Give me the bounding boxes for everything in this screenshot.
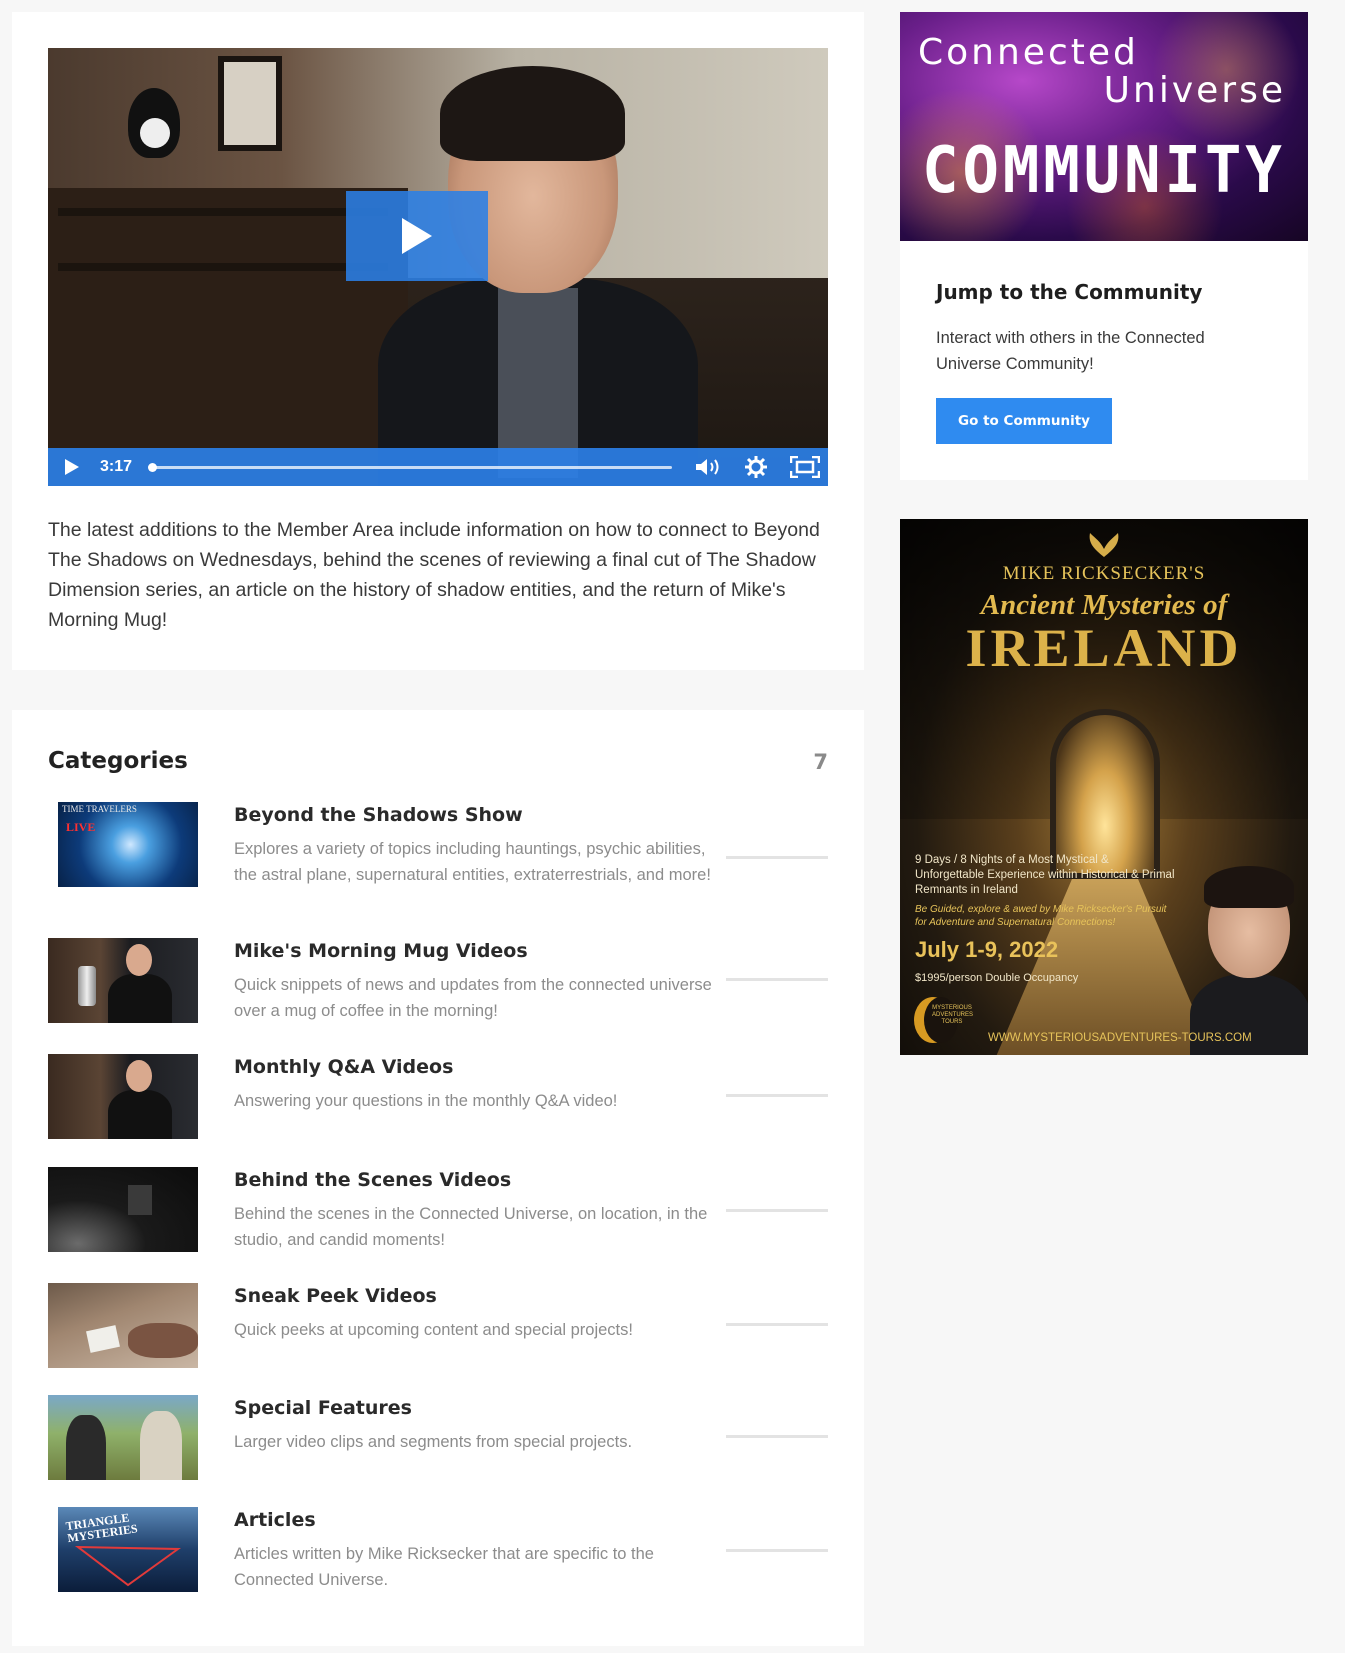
category-description: Quick snippets of news and updates from … — [234, 976, 712, 1020]
category-progress-bar — [726, 1435, 828, 1438]
tour-dates: July 1-9, 2022 — [915, 937, 1059, 962]
community-title: Jump to the Community — [936, 280, 1203, 304]
category-title[interactable]: Beyond the Shadows Show — [234, 804, 523, 826]
category-thumbnail[interactable] — [48, 938, 198, 1023]
tour-price: $1995/person Double Occupancy — [915, 972, 1079, 984]
tour-days: 9 Days / 8 Nights of a Most Mystical & U… — [915, 854, 1175, 896]
category-item-morning-mug[interactable]: Mike's Morning Mug Videos Quick snippets… — [48, 938, 828, 1028]
community-description: Interact with others in the Connected Un… — [936, 329, 1205, 373]
community-card: Connected Universe COMMUNITY Jump to the… — [900, 12, 1308, 480]
go-to-community-button[interactable]: Go to Community — [936, 398, 1112, 444]
category-thumbnail[interactable] — [48, 1167, 198, 1252]
video-controls: 3:17 — [48, 448, 828, 486]
category-thumbnail[interactable]: TIME TRAVELERS LIVE — [48, 802, 198, 887]
video-time: 3:17 — [100, 458, 133, 475]
tour-tagline: Be Guided, explore & awed by Mike Rickse… — [915, 904, 1167, 928]
tour-logo-text: MYSTERIOUS ADVENTURES TOURS — [932, 1005, 974, 1025]
progress-handle[interactable] — [148, 463, 157, 472]
category-thumbnail[interactable] — [48, 1283, 198, 1368]
settings-gear-icon[interactable] — [745, 456, 767, 478]
video-description: The latest additions to the Member Area … — [48, 519, 820, 631]
category-progress-bar — [726, 1094, 828, 1097]
tour-website[interactable]: WWW.MYSTERIOUSADVENTURES-TOURS.COM — [988, 1032, 1252, 1044]
category-description: Answering your questions in the monthly … — [234, 1092, 618, 1110]
category-title[interactable]: Articles — [234, 1509, 316, 1531]
progress-bar[interactable] — [150, 466, 672, 469]
host-portrait — [1190, 864, 1308, 1055]
category-progress-bar — [726, 1323, 828, 1326]
volume-icon[interactable] — [694, 457, 722, 477]
category-title[interactable]: Sneak Peek Videos — [234, 1285, 437, 1307]
video-shelf — [58, 208, 388, 216]
category-title[interactable]: Mike's Morning Mug Videos — [234, 940, 528, 962]
category-thumbnail[interactable] — [48, 1395, 198, 1480]
tour-poster[interactable]: MIKE RICKSECKER'S Ancient Mysteries of I… — [900, 519, 1308, 1055]
banner-universe: Universe — [1103, 70, 1286, 111]
banner-community: COMMUNITY — [922, 134, 1286, 208]
category-title[interactable]: Behind the Scenes Videos — [234, 1169, 511, 1191]
play-icon[interactable] — [62, 458, 80, 476]
category-item-monthly-qa[interactable]: Monthly Q&A Videos Answering your questi… — [48, 1054, 828, 1144]
category-description: Behind the scenes in the Connected Unive… — [234, 1205, 708, 1249]
banner-connected: Connected — [918, 32, 1139, 73]
penguin-clock — [128, 88, 180, 158]
thumbnail-text: TIME TRAVELERS — [62, 804, 137, 814]
community-banner[interactable]: Connected Universe COMMUNITY — [900, 12, 1308, 241]
category-item-special-features[interactable]: Special Features Larger video clips and … — [48, 1395, 828, 1485]
category-description: Articles written by Mike Ricksecker that… — [234, 1545, 654, 1589]
category-title[interactable]: Monthly Q&A Videos — [234, 1056, 453, 1078]
category-title[interactable]: Special Features — [234, 1397, 412, 1419]
picture-frame — [218, 56, 282, 151]
fullscreen-icon[interactable] — [790, 456, 820, 478]
category-description: Explores a variety of topics including h… — [234, 840, 711, 884]
tour-title-line2: IRELAND — [965, 618, 1243, 678]
category-item-sneak-peek[interactable]: Sneak Peek Videos Quick peeks at upcomin… — [48, 1283, 828, 1373]
categories-count: 7 — [813, 750, 828, 774]
category-item-articles[interactable]: TRIANGLE MYSTERIES Articles Articles wri… — [48, 1507, 828, 1617]
video-player[interactable]: 3:17 — [48, 48, 828, 486]
category-progress-bar — [726, 1549, 828, 1552]
featured-video-card: 3:17 The latest additions to the Member … — [12, 12, 864, 670]
ireland-tour-ad[interactable]: MIKE RICKSECKER'S Ancient Mysteries of I… — [900, 519, 1308, 1055]
video-shelf — [58, 263, 388, 271]
category-description: Larger video clips and segments from spe… — [234, 1433, 633, 1451]
tour-brand: MIKE RICKSECKER'S — [1002, 563, 1206, 584]
category-progress-bar — [726, 856, 828, 859]
category-progress-bar — [726, 978, 828, 981]
thumbnail-live-text: LIVE — [66, 820, 96, 834]
page: 3:17 The latest additions to the Member … — [0, 0, 1345, 1653]
category-item-behind-the-scenes[interactable]: Behind the Scenes Videos Behind the scen… — [48, 1167, 828, 1257]
play-icon — [402, 218, 432, 254]
category-item-beyond-the-shadows[interactable]: TIME TRAVELERS LIVE Beyond the Shadows S… — [48, 802, 828, 912]
categories-heading: Categories — [48, 748, 188, 774]
category-thumbnail[interactable] — [48, 1054, 198, 1139]
category-description: Quick peeks at upcoming content and spec… — [234, 1321, 633, 1339]
triangle-icon — [74, 1545, 182, 1587]
category-thumbnail[interactable]: TRIANGLE MYSTERIES — [48, 1507, 198, 1592]
big-play-button[interactable] — [346, 191, 488, 281]
categories-card: Categories 7 TIME TRAVELERS LIVE Beyond … — [12, 710, 864, 1646]
crest-icon — [1089, 533, 1119, 557]
category-progress-bar — [726, 1209, 828, 1212]
